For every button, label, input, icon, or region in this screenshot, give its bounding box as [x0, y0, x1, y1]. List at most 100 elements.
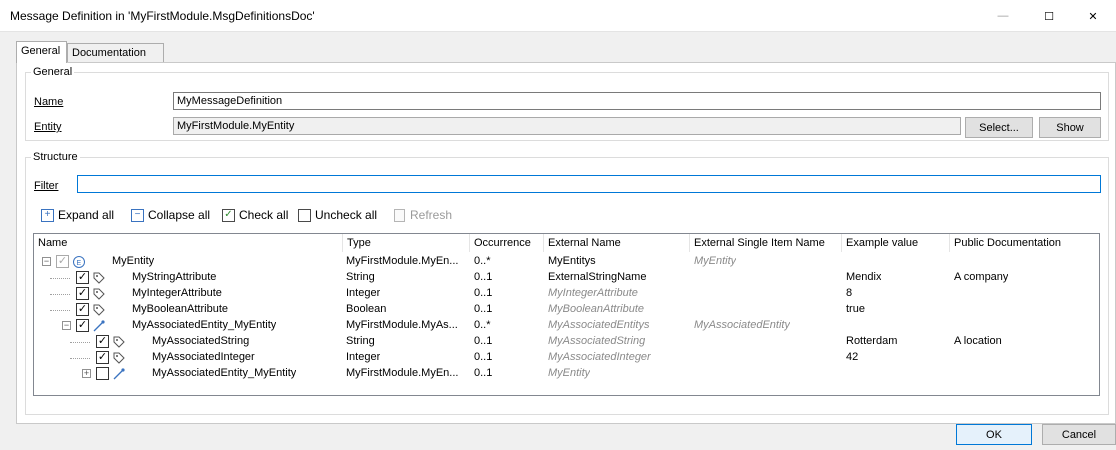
- close-button[interactable]: ✕: [1070, 0, 1116, 32]
- select-entity-button[interactable]: Select...: [965, 117, 1033, 138]
- check-all-label: Check all: [239, 208, 289, 222]
- attribute-tag-icon: [113, 336, 125, 348]
- row-name: MyIntegerAttribute: [132, 287, 222, 299]
- expand-icon: +: [41, 208, 54, 222]
- attribute-tag-icon: [113, 352, 125, 364]
- tree-row[interactable]: ✓ MyIntegerAttribute Integer 0..1 MyIntegerA…: [34, 286, 1099, 302]
- row-checkbox[interactable]: ✓: [96, 351, 109, 364]
- association-icon: [113, 368, 125, 380]
- row-external-name: MyBooleanAttribute: [548, 303, 644, 315]
- check-all-button[interactable]: ✓ Check all: [222, 208, 288, 222]
- attribute-icon-wrap: [112, 335, 126, 349]
- tree-row[interactable]: ✓ MyBooleanAttribute Boolean 0..1 MyBooleanA…: [34, 302, 1099, 318]
- column-header-type[interactable]: Type: [343, 234, 470, 252]
- tree-connector: [50, 310, 70, 311]
- window-title: Message Definition in 'MyFirstModule.Msg…: [10, 9, 315, 23]
- association-icon-wrap: [92, 319, 106, 333]
- attribute-icon-wrap: [92, 303, 106, 317]
- row-type: String: [346, 271, 375, 283]
- row-external-name: MyAssociatedEntitys: [548, 319, 650, 331]
- attribute-icon-wrap: [92, 271, 106, 285]
- column-header-external-name[interactable]: External Name: [544, 234, 690, 252]
- column-header-external-single-item-name[interactable]: External Single Item Name: [690, 234, 842, 252]
- refresh-icon: [394, 208, 405, 222]
- structure-tree[interactable]: Name Type Occurrence External Name Exter…: [33, 233, 1100, 396]
- expand-node-icon[interactable]: +: [82, 369, 91, 378]
- tree-connector: [70, 358, 90, 359]
- row-external-name: MyEntitys: [548, 255, 596, 267]
- refresh-label: Refresh: [410, 208, 453, 222]
- cancel-button[interactable]: Cancel: [1042, 424, 1116, 445]
- row-checkbox[interactable]: [96, 367, 109, 380]
- row-checkbox[interactable]: ✓: [76, 287, 89, 300]
- refresh-button[interactable]: Refresh: [394, 208, 452, 222]
- tree-row[interactable]: ✓ MyAssociatedInteger Integer 0..1 MyAssocia…: [34, 350, 1099, 366]
- uncheck-all-label: Uncheck all: [315, 208, 378, 222]
- tree-connector: [50, 278, 70, 279]
- row-checkbox[interactable]: ✓: [76, 303, 89, 316]
- row-example-value: Mendix: [846, 271, 882, 283]
- uncheck-all-icon: [298, 208, 311, 222]
- row-name: MyAssociatedEntity_MyEntity: [132, 319, 277, 331]
- collapse-icon: −: [131, 208, 144, 222]
- row-example-value: 8: [846, 287, 853, 299]
- show-entity-button[interactable]: Show: [1039, 117, 1101, 138]
- expand-all-button[interactable]: + Expand all: [41, 208, 114, 222]
- tree-row[interactable]: ✓ MyStringAttribute String 0..1 ExternalStri…: [34, 270, 1099, 286]
- association-icon-wrap: [112, 367, 126, 381]
- column-header-name[interactable]: Name: [34, 234, 343, 252]
- attribute-icon-wrap: [92, 287, 106, 301]
- entity-icon-wrap: E: [72, 255, 86, 269]
- row-name: MyAssociatedString: [152, 335, 250, 347]
- row-external-name: MyEntity: [548, 367, 591, 379]
- tree-row[interactable]: − ✓ E MyEntity MyFirstModule.MyEn... 0..* MyEn…: [34, 254, 1099, 270]
- row-checkbox[interactable]: ✓: [96, 335, 109, 348]
- row-example-value: Rotterdam: [846, 335, 898, 347]
- row-name: MyBooleanAttribute: [132, 303, 228, 315]
- row-checkbox[interactable]: ✓: [76, 319, 89, 332]
- row-public-documentation: A company: [954, 271, 1009, 283]
- row-occurrence: 0..1: [474, 351, 493, 363]
- row-occurrence: 0..1: [474, 271, 493, 283]
- collapse-all-button[interactable]: − Collapse all: [131, 208, 210, 222]
- tree-row[interactable]: ✓ MyAssociatedString String 0..1 MyAssociate…: [34, 334, 1099, 350]
- name-input[interactable]: MyMessageDefinition: [173, 92, 1101, 110]
- tree-connector: [50, 294, 70, 295]
- tab-documentation[interactable]: Documentation: [67, 43, 164, 63]
- row-name: MyAssociatedInteger: [152, 351, 255, 363]
- collapse-node-icon[interactable]: −: [62, 321, 71, 330]
- row-example-value: true: [846, 303, 865, 315]
- tree-connector: [70, 342, 90, 343]
- maximize-button[interactable]: ☐: [1026, 0, 1072, 32]
- check-all-icon: ✓: [222, 208, 235, 222]
- entity-label: Entity: [34, 121, 62, 133]
- row-type: MyFirstModule.MyEn...: [346, 255, 459, 267]
- row-type: Integer: [346, 287, 381, 299]
- row-name: MyStringAttribute: [132, 271, 217, 283]
- filter-input[interactable]: [77, 175, 1101, 193]
- filter-label: Filter: [34, 180, 59, 192]
- general-group-label: General: [31, 66, 75, 78]
- column-header-public-documentation[interactable]: Public Documentation: [950, 234, 1099, 252]
- row-checkbox[interactable]: ✓: [56, 255, 69, 268]
- row-external-name: MyAssociatedString: [548, 335, 646, 347]
- tab-general[interactable]: General: [16, 41, 67, 63]
- entity-field: MyFirstModule.MyEntity: [173, 117, 961, 135]
- expand-all-label: Expand all: [58, 208, 115, 222]
- association-icon: [93, 320, 105, 332]
- tree-row[interactable]: − ✓ MyAssociatedEntity_MyEntity MyFirstModu…: [34, 318, 1099, 334]
- uncheck-all-button[interactable]: Uncheck all: [298, 208, 377, 222]
- row-occurrence: 0..*: [474, 255, 491, 267]
- row-external-name: MyAssociatedInteger: [548, 351, 651, 363]
- entity-icon: E: [73, 256, 85, 268]
- row-checkbox[interactable]: ✓: [76, 271, 89, 284]
- collapse-node-icon[interactable]: −: [42, 257, 51, 266]
- ok-button[interactable]: OK: [956, 424, 1032, 445]
- column-header-example-value[interactable]: Example value: [842, 234, 950, 252]
- row-public-documentation: A location: [954, 335, 1002, 347]
- column-header-occurrence[interactable]: Occurrence: [470, 234, 544, 252]
- svg-text:E: E: [77, 260, 82, 267]
- minimize-button[interactable]: —: [980, 0, 1026, 32]
- tree-row[interactable]: + MyAssociatedEntity_MyEntity MyFirstModul…: [34, 366, 1099, 382]
- row-type: MyFirstModule.MyEn...: [346, 367, 459, 379]
